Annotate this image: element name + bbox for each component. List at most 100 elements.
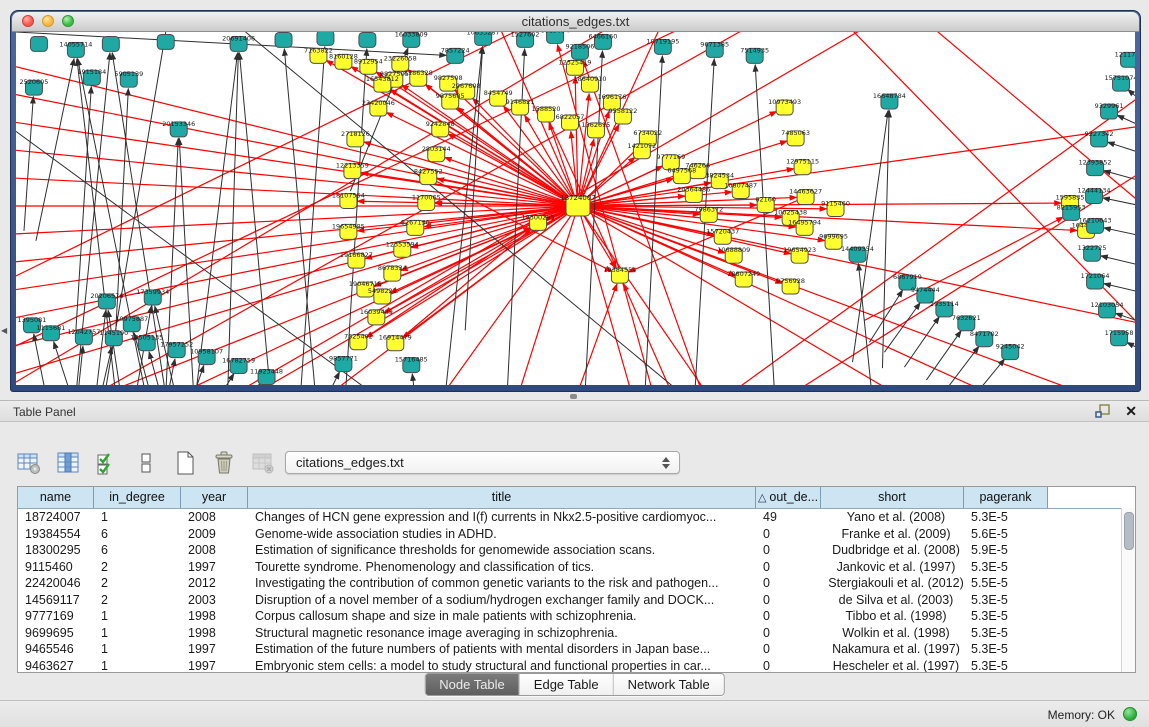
graph-node[interactable]: 8471702 <box>970 330 999 347</box>
graph-node[interactable]: 7514935 <box>740 46 769 63</box>
graph-node[interactable] <box>317 32 334 45</box>
table-cell[interactable]: Investigating the contribution of common… <box>248 575 756 592</box>
graph-node[interactable]: 12393852 <box>1079 159 1112 176</box>
graph-node[interactable]: 1115681 <box>37 324 66 341</box>
table-cell[interactable]: 2 <box>94 592 181 609</box>
table-selector-dropdown[interactable]: citations_edges.txt <box>285 451 680 474</box>
network-window-titlebar[interactable]: citations_edges.txt <box>12 12 1139 32</box>
table-cell[interactable]: Jankovic et al. (1997) <box>821 559 964 576</box>
graph-node[interactable]: 7485063 <box>781 129 810 146</box>
close-panel-icon[interactable]: ✕ <box>1125 404 1137 418</box>
table-cell[interactable]: Estimation of significance thresholds fo… <box>248 542 756 559</box>
graph-node[interactable]: 1721064 <box>1081 272 1110 289</box>
header-cell-name[interactable]: name <box>18 487 94 508</box>
table-cell[interactable]: Estimation of the future numbers of pati… <box>248 641 756 658</box>
graph-node[interactable] <box>275 32 292 47</box>
graph-node[interactable]: 2718126 <box>341 130 370 147</box>
table-cell[interactable]: 0 <box>756 575 821 592</box>
graph-node[interactable] <box>157 34 174 49</box>
table-cell[interactable]: de Silva et al. (2003) <box>821 592 964 609</box>
table-cell[interactable]: 2008 <box>181 509 248 526</box>
table-cell[interactable]: Wolkin et al. (1998) <box>821 625 964 642</box>
tab-node-table[interactable]: Node Table <box>425 674 519 695</box>
scrollbar-thumb[interactable] <box>1124 512 1134 550</box>
panel-divider-handle[interactable] <box>570 394 577 399</box>
graph-node[interactable]: 20153346 <box>162 120 195 137</box>
table-cell[interactable]: 9115460 <box>18 559 94 576</box>
table-cell[interactable]: 5.3E-5 <box>964 509 1048 526</box>
table-cell[interactable]: 22420046 <box>18 575 94 592</box>
header-cell-in_degree[interactable]: in_degree <box>94 487 181 508</box>
table-row[interactable]: 946362711997Embryonic stem cells: a mode… <box>18 658 1135 674</box>
table-cell[interactable]: 5.3E-5 <box>964 559 1048 576</box>
table-row[interactable]: 1938455462009Genome-wide association stu… <box>18 526 1135 543</box>
table-cell[interactable]: 9463627 <box>18 658 94 674</box>
tab-network-table[interactable]: Network Table <box>613 674 724 695</box>
graph-node[interactable]: 9245042 <box>996 343 1025 360</box>
table-cell[interactable]: 2003 <box>181 592 248 609</box>
table-cell[interactable]: 5.3E-5 <box>964 658 1048 674</box>
graph-node[interactable]: 19384554 <box>603 266 636 283</box>
table-row[interactable]: 977716911998Corpus callosum shape and si… <box>18 608 1135 625</box>
graph-node[interactable]: 9857771 <box>329 355 358 372</box>
table-cell[interactable]: 49 <box>756 509 821 526</box>
table-cell[interactable]: 0 <box>756 592 821 609</box>
table-cell[interactable]: 1997 <box>181 559 248 576</box>
table-cell[interactable]: 5.5E-5 <box>964 575 1048 592</box>
table-cell[interactable]: 2009 <box>181 526 248 543</box>
graph-node[interactable]: 10958107 <box>190 348 223 365</box>
graph-node[interactable]: 14409354 <box>841 245 874 262</box>
table-cell[interactable]: 5.3E-5 <box>964 592 1048 609</box>
graph-node[interactable]: 12042757 <box>67 328 100 345</box>
table-cell[interactable]: 1998 <box>181 625 248 642</box>
table-row[interactable]: 911546021997Tourette syndrome. Phenomeno… <box>18 559 1135 576</box>
table-cell[interactable]: 6 <box>94 542 181 559</box>
table-cell[interactable]: Structural magnetic resonance image aver… <box>248 625 756 642</box>
table-cell[interactable]: Tourette syndrome. Phenomenology and cla… <box>248 559 756 576</box>
graph-node[interactable]: 16648784 <box>873 92 906 109</box>
tab-edge-table[interactable]: Edge Table <box>519 674 613 695</box>
table-cell[interactable]: Yano et al. (2008) <box>821 509 964 526</box>
select-checkboxes-icon[interactable] <box>92 448 122 478</box>
graph-node[interactable]: 10807487 <box>724 182 757 199</box>
graph-node[interactable]: 1211747 <box>1115 50 1135 67</box>
graph-node[interactable]: 9671385 <box>700 40 729 57</box>
table-cell[interactable]: 18724007 <box>18 509 94 526</box>
graph-node[interactable]: 18807249 <box>727 270 760 287</box>
table-cell[interactable]: Corpus callosum shape and size in male p… <box>248 608 756 625</box>
table-cell[interactable]: Disruption of a novel member of a sodium… <box>248 592 756 609</box>
table-cell[interactable]: 5.9E-5 <box>964 542 1048 559</box>
graph-node[interactable]: 1527602 <box>511 32 540 47</box>
table-cell[interactable]: 1 <box>94 509 181 526</box>
row-height-icon[interactable] <box>131 448 161 478</box>
table-cell[interactable]: 5.6E-5 <box>964 526 1048 543</box>
table-cell[interactable]: Genome-wide association studies in ADHD. <box>248 526 756 543</box>
table-cell[interactable]: 1998 <box>181 608 248 625</box>
table-cell[interactable]: 2012 <box>181 575 248 592</box>
graph-node[interactable]: 2520605 <box>20 78 49 95</box>
table-cell[interactable]: 2008 <box>181 542 248 559</box>
table-cell[interactable]: 14569117 <box>18 592 94 609</box>
table-cell[interactable]: 19384554 <box>18 526 94 543</box>
header-cell-title[interactable]: title <box>248 487 756 508</box>
graph-node[interactable]: 15751074 <box>1105 74 1135 91</box>
table-cell[interactable]: Stergiakouli et al. (2012) <box>821 575 964 592</box>
graph-node[interactable]: 17359934 <box>136 288 169 305</box>
table-cell[interactable]: Nakamura et al. (1997) <box>821 641 964 658</box>
table-cell[interactable]: 1997 <box>181 658 248 674</box>
table-settings-icon[interactable] <box>14 448 44 478</box>
table-cell[interactable]: 9777169 <box>18 608 94 625</box>
graph-node[interactable] <box>30 36 47 51</box>
graph-node[interactable]: 9558122 <box>608 107 637 124</box>
table-cell[interactable]: 9465546 <box>18 641 94 658</box>
table-cell[interactable]: 2 <box>94 575 181 592</box>
table-cell[interactable]: 0 <box>756 658 821 674</box>
graph-node[interactable]: 1145190 <box>99 329 128 346</box>
table-cell[interactable]: 1 <box>94 658 181 674</box>
table-row[interactable]: 1830029562008Estimation of significance … <box>18 542 1135 559</box>
graph-node[interactable]: 2803144 <box>422 145 451 162</box>
table-cell[interactable]: 5.3E-5 <box>964 625 1048 642</box>
float-panel-icon[interactable] <box>1095 404 1111 418</box>
table-cell[interactable]: 5.3E-5 <box>964 608 1048 625</box>
table-row[interactable]: 969969511998Structural magnetic resonanc… <box>18 625 1135 642</box>
